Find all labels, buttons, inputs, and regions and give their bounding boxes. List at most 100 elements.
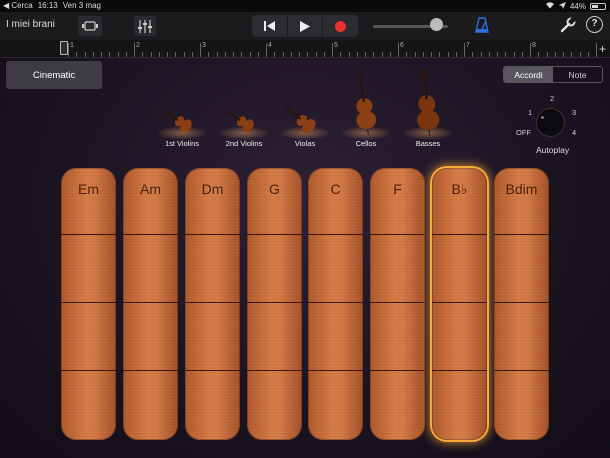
settings-button[interactable]	[560, 16, 577, 38]
ruler-tick	[455, 52, 457, 57]
metronome-icon	[475, 17, 489, 33]
ruler-tick	[109, 52, 111, 57]
autoplay-pos-1: 1	[528, 108, 533, 117]
ruler-tick	[125, 52, 127, 57]
double-bass-icon	[417, 68, 440, 136]
play-icon	[300, 20, 310, 32]
chord-label: C	[330, 181, 341, 197]
ruler-tick	[348, 52, 350, 57]
ruler-tick	[365, 52, 366, 57]
ruler-marker: 4	[268, 42, 272, 49]
playhead-handle[interactable]	[60, 41, 68, 55]
ruler-tick	[158, 52, 160, 57]
ruler-tick	[76, 52, 78, 57]
autoplay-pos-2: 2	[550, 94, 555, 103]
ruler-tick	[224, 52, 226, 57]
instrument-preset-button[interactable]: Cinematic	[6, 61, 102, 89]
ruler-tick	[290, 52, 292, 57]
status-time: 16:13	[37, 1, 58, 10]
ruler-tick	[134, 43, 135, 57]
metronome-button[interactable]	[475, 17, 489, 38]
instrument-violas[interactable]: Violas	[273, 68, 337, 148]
chord-strip-bb[interactable]: B♭	[432, 168, 487, 440]
ruler-tick	[340, 52, 342, 57]
location-icon	[558, 1, 566, 11]
ruler-tick	[150, 52, 152, 57]
ruler-tick	[175, 52, 177, 57]
chord-strip-bdim[interactable]: Bdim	[494, 168, 549, 440]
ruler-marker: 7	[466, 42, 470, 49]
chord-label: F	[393, 181, 402, 197]
status-date: Ven 3 mag	[62, 1, 101, 10]
ruler-tick	[92, 52, 94, 57]
ruler-tick	[447, 52, 449, 57]
chord-label: B♭	[451, 181, 468, 197]
smart-strings-panel: Cinematic Accordi Note 2 1 3 OFF 4 Autop…	[0, 58, 610, 458]
chord-strip-c[interactable]: C	[308, 168, 363, 440]
ruler-tick	[414, 52, 416, 57]
ruler-tick	[101, 52, 102, 57]
viola-icon	[285, 106, 316, 134]
tab-chords[interactable]: Accordi	[504, 67, 553, 82]
ruler-tick	[274, 52, 276, 57]
instrument-basses[interactable]: Basses	[396, 68, 460, 148]
ruler-marker: 5	[334, 42, 338, 49]
carrier-label[interactable]: ◀ Cerca	[3, 1, 33, 10]
rewind-button[interactable]	[252, 15, 288, 37]
toolbar: I miei brani ?	[0, 12, 610, 40]
instrument-label: Violas	[294, 139, 316, 148]
instrument-label: 1st Violins	[164, 139, 200, 148]
ruler-tick	[530, 43, 531, 57]
autoplay-dial[interactable]	[537, 109, 564, 136]
ruler-tick	[167, 52, 168, 57]
mixer-icon	[138, 19, 152, 33]
volume-slider-knob[interactable]	[430, 18, 443, 31]
cello-icon	[356, 73, 377, 135]
view-toggle-button[interactable]	[78, 16, 102, 36]
ruler-tick	[488, 52, 490, 57]
help-icon[interactable]: ?	[586, 16, 603, 33]
play-button[interactable]	[288, 15, 324, 37]
chord-strip-dm[interactable]: Dm	[185, 168, 240, 440]
ruler-tick	[373, 52, 375, 57]
wifi-icon	[545, 1, 555, 11]
ruler-marker: 8	[532, 42, 536, 49]
ruler-tick	[356, 52, 358, 57]
chord-strip-am[interactable]: Am	[123, 168, 178, 440]
autoplay-off: OFF	[516, 128, 531, 137]
instrument-label: Basses	[415, 139, 441, 148]
chord-strip-f[interactable]: F	[370, 168, 425, 440]
chord-label: Am	[140, 181, 161, 197]
instrument-label: 2nd Violins	[225, 139, 263, 148]
ruler-tick	[505, 52, 507, 57]
ruler-tick	[521, 52, 523, 57]
ruler-tick	[216, 52, 218, 57]
instrument-2nd-violins[interactable]: 2nd Violins	[212, 68, 276, 148]
timeline-ruler[interactable]: 1 2 3 4 5 6 7 8	[0, 40, 610, 58]
ruler-tick	[299, 52, 300, 57]
ruler-tick	[587, 52, 589, 57]
ruler-tick	[381, 52, 383, 57]
ruler-tick	[191, 52, 193, 57]
ruler-tick	[249, 52, 251, 57]
instrument-label: Cellos	[355, 139, 377, 148]
autoplay-pos-4: 4	[572, 128, 577, 137]
instrument-cellos[interactable]: Cellos	[334, 68, 398, 148]
ruler-tick	[257, 52, 259, 57]
chord-strip-g[interactable]: G	[247, 168, 302, 440]
tab-notes[interactable]: Note	[553, 67, 602, 82]
ruler-tick	[398, 43, 399, 57]
ruler-tick	[307, 52, 309, 57]
chord-label: Bdim	[505, 181, 538, 197]
add-section-button[interactable]: +	[599, 42, 606, 56]
ruler-tick	[389, 52, 391, 57]
mixer-button[interactable]	[134, 16, 156, 36]
instrument-1st-violins[interactable]: 1st Violins	[150, 68, 214, 148]
my-songs-button[interactable]: I miei brani	[6, 19, 55, 30]
chord-label: Dm	[201, 181, 224, 197]
ruler-tick	[241, 52, 243, 57]
record-button[interactable]	[323, 15, 358, 37]
ruler-tick	[233, 52, 234, 57]
ruler-tick	[596, 43, 597, 57]
chord-strip-em[interactable]: Em	[61, 168, 116, 440]
